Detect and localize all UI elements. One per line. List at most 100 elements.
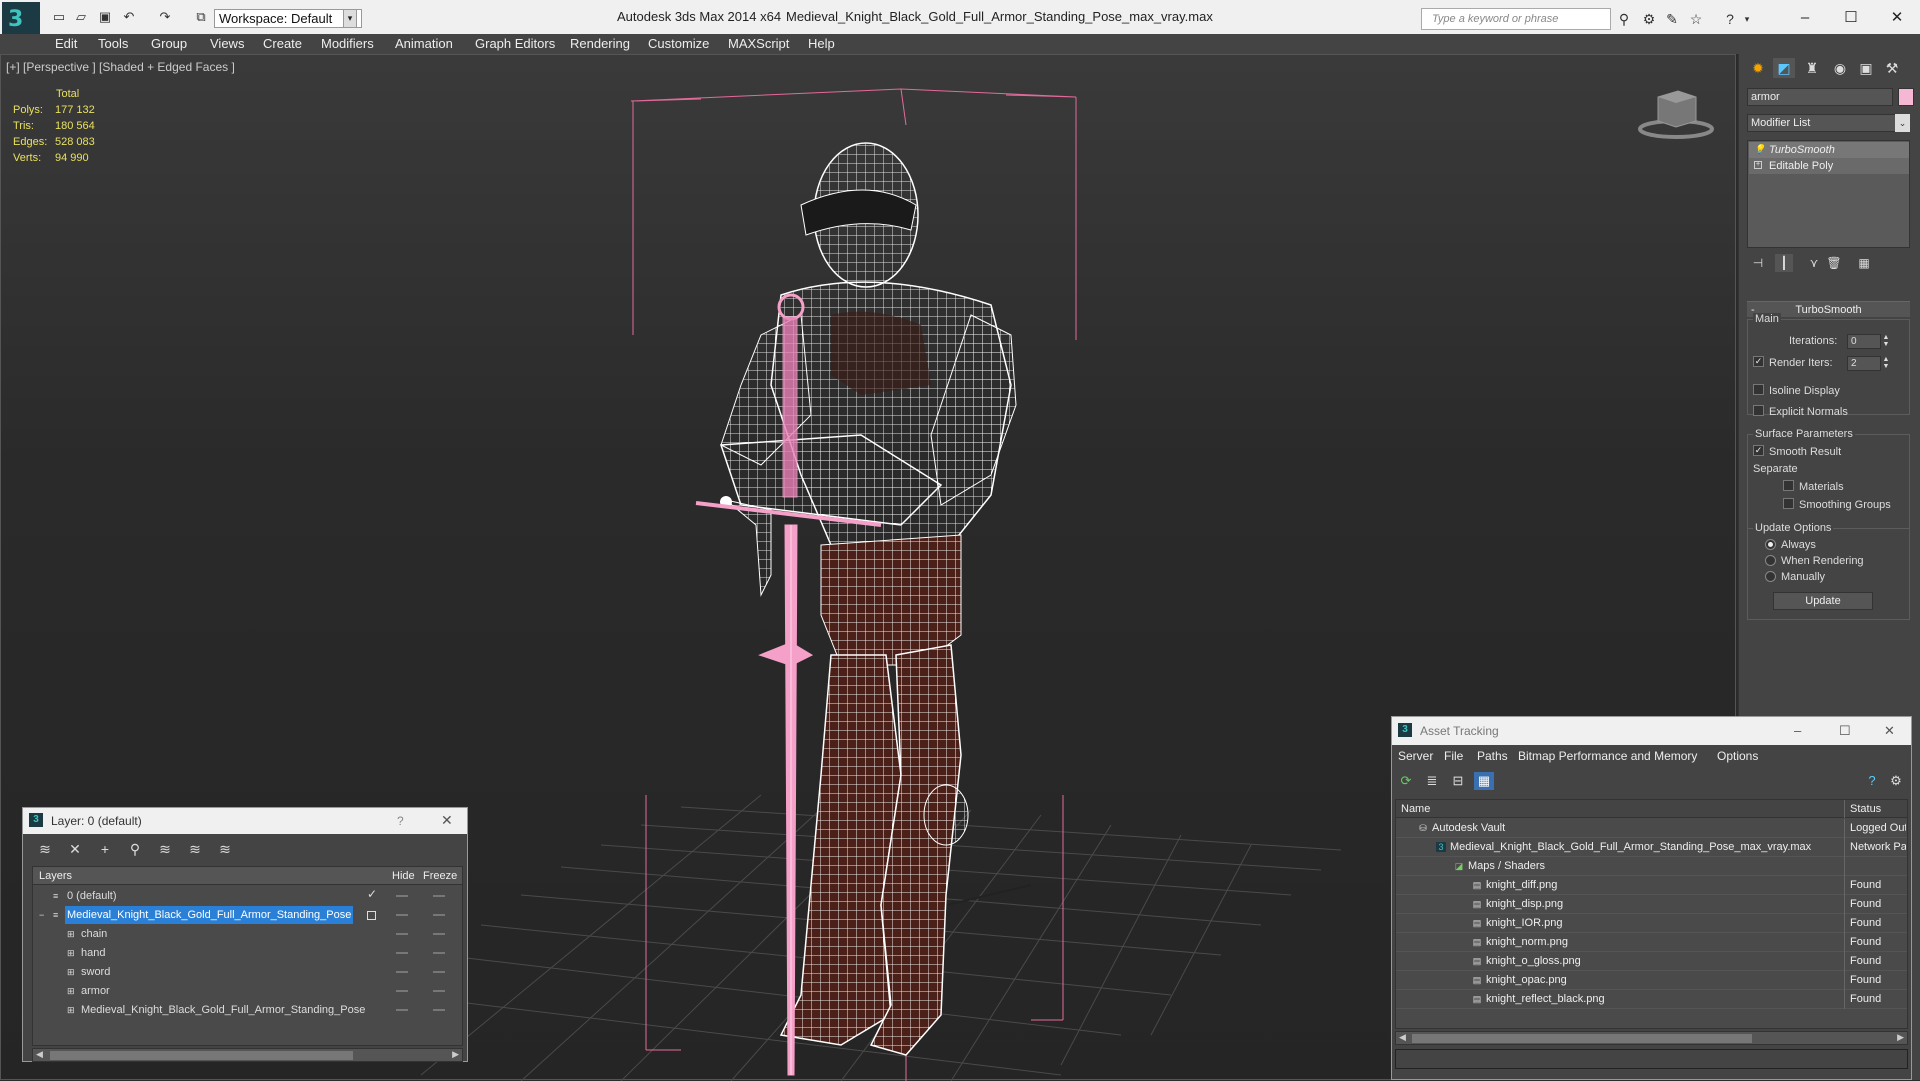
layer-row[interactable]: ≡ 0 (default) ✓ [33, 887, 462, 906]
refresh-icon[interactable]: ⟳ [1396, 772, 1416, 790]
hide-toggle[interactable] [396, 990, 408, 992]
column-header-freeze[interactable]: Freeze [423, 870, 457, 882]
when-rendering-radio[interactable] [1765, 555, 1776, 566]
save-file-icon[interactable]: ▣ [96, 9, 114, 25]
menu-create[interactable]: Create [263, 36, 302, 51]
horizontal-scrollbar[interactable]: ◀ ▶ [1395, 1031, 1908, 1045]
menu-customize[interactable]: Customize [648, 36, 709, 51]
menu-rendering[interactable]: Rendering [570, 36, 630, 51]
knight-model[interactable] [719, 142, 1017, 1056]
current-layer-check-icon[interactable]: ✓ [367, 888, 377, 900]
hide-all-icon[interactable]: ≋ [185, 840, 205, 858]
asset-row[interactable]: ▤ knight_disp.png Found [1396, 895, 1907, 914]
menu-tools[interactable]: Tools [98, 36, 128, 51]
spinner-arrows-icon[interactable]: ▲ ▼ [1882, 334, 1890, 349]
help-dropdown-icon[interactable]: ▾ [1738, 10, 1756, 28]
workspace-dropdown[interactable]: Workspace: Default ▾ [214, 9, 362, 28]
scrollbar-thumb[interactable] [50, 1051, 353, 1060]
display-tab-icon[interactable]: ▣ [1855, 58, 1877, 78]
layer-row[interactable]: − ≡ Medieval_Knight_Black_Gold_Full_Armo… [33, 906, 462, 925]
workspace-extra-dropdown[interactable]: ▾ [343, 9, 357, 28]
object-name-field[interactable]: armor [1747, 88, 1893, 106]
lightbulb-icon[interactable]: 💡 [1754, 145, 1765, 154]
menu-options[interactable]: Options [1717, 749, 1758, 763]
maximize-icon[interactable]: ☐ [1839, 723, 1851, 739]
help-icon[interactable]: ? [1721, 10, 1739, 28]
remove-modifier-icon[interactable]: 🗑 [1825, 254, 1843, 272]
project-folder-icon[interactable]: ⧉ [192, 9, 210, 25]
menu-edit[interactable]: Edit [55, 36, 77, 51]
create-tab-icon[interactable]: ✹ [1747, 58, 1769, 78]
menu-bitmap-performance[interactable]: Bitmap Performance and Memory [1518, 749, 1697, 763]
list-view-icon[interactable]: ≣ [1422, 772, 1442, 790]
freeze-toggle[interactable] [433, 914, 445, 916]
asset-row[interactable]: ▤ knight_IOR.png Found [1396, 914, 1907, 933]
render-iters-checkbox[interactable]: ✓ [1753, 356, 1764, 367]
menu-help[interactable]: Help [808, 36, 835, 51]
column-header-hide[interactable]: Hide [392, 870, 415, 882]
column-header-status[interactable]: Status [1850, 803, 1881, 815]
layer-row[interactable]: ⊞ sword [33, 963, 462, 982]
layer-row[interactable]: ⊞ hand [33, 944, 462, 963]
close-icon[interactable]: ✕ [1884, 723, 1895, 739]
freeze-toggle[interactable] [433, 895, 445, 897]
highlight-layer-icon[interactable]: ≋ [155, 840, 175, 858]
column-header-name[interactable]: Name [1401, 803, 1430, 815]
menu-animation[interactable]: Animation [395, 36, 453, 51]
settings-icon[interactable]: ⚙ [1886, 772, 1906, 790]
new-file-icon[interactable]: ▭ [50, 9, 68, 25]
asset-window-titlebar[interactable]: 3 Asset Tracking – ☐ ✕ [1392, 717, 1911, 745]
redo-icon[interactable]: ↷ [156, 9, 174, 25]
search-input[interactable]: Type a keyword or phrase [1421, 8, 1611, 30]
freeze-toggle[interactable] [433, 952, 445, 954]
modifier-list-dropdown[interactable]: Modifier List ⌄ [1747, 114, 1910, 132]
tree-view-icon[interactable]: ⊟ [1448, 772, 1468, 790]
column-header-layers[interactable]: Layers [39, 870, 72, 882]
utilities-tab-icon[interactable]: ⚒ [1881, 58, 1903, 78]
hide-toggle[interactable] [396, 895, 408, 897]
smoothing-groups-checkbox[interactable] [1783, 498, 1794, 509]
always-radio[interactable] [1765, 539, 1776, 550]
show-end-result-icon[interactable]: ┃ [1775, 254, 1793, 272]
smooth-result-checkbox[interactable]: ✓ [1753, 445, 1764, 456]
app-logo-icon[interactable]: 3 [2, 2, 40, 38]
freeze-toggle[interactable] [433, 971, 445, 973]
add-to-layer-icon[interactable]: + [95, 840, 115, 858]
subscription-icon[interactable]: ⚙ [1640, 10, 1658, 28]
freeze-all-icon[interactable]: ≋ [215, 840, 235, 858]
delete-layer-icon[interactable]: ✕ [65, 840, 85, 858]
asset-row[interactable]: ◪ Maps / Shaders [1396, 857, 1907, 876]
asset-row[interactable]: 3 Medieval_Knight_Black_Gold_Full_Armor_… [1396, 838, 1907, 857]
stack-item-turbosmooth[interactable]: 💡 TurboSmooth [1749, 142, 1909, 158]
manually-radio[interactable] [1765, 571, 1776, 582]
scroll-right-icon[interactable]: ▶ [1897, 1032, 1904, 1043]
asset-row[interactable]: ▤ knight_o_gloss.png Found [1396, 952, 1907, 971]
maximize-button[interactable]: ☐ [1836, 6, 1866, 30]
undo-icon[interactable]: ↶ [120, 9, 138, 25]
favorites-star-icon[interactable]: ☆ [1687, 10, 1705, 28]
freeze-toggle[interactable] [433, 1009, 445, 1011]
menu-server[interactable]: Server [1398, 749, 1433, 763]
explicit-normals-checkbox[interactable] [1753, 405, 1764, 416]
hide-toggle[interactable] [396, 1009, 408, 1011]
scrollbar-thumb[interactable] [1412, 1034, 1752, 1043]
close-button[interactable]: ✕ [1882, 6, 1912, 30]
motion-tab-icon[interactable]: ◉ [1829, 58, 1851, 78]
object-color-swatch[interactable] [1898, 88, 1914, 106]
select-objects-icon[interactable]: ⚲ [125, 840, 145, 858]
menu-file[interactable]: File [1444, 749, 1463, 763]
minimize-button[interactable]: – [1790, 6, 1820, 30]
menu-graph-editors[interactable]: Graph Editors [475, 36, 555, 51]
make-unique-icon[interactable]: ⋎ [1805, 254, 1823, 272]
layer-row[interactable]: ⊞ Medieval_Knight_Black_Gold_Full_Armor_… [33, 1001, 462, 1020]
menu-views[interactable]: Views [210, 36, 244, 51]
menu-maxscript[interactable]: MAXScript [728, 36, 789, 51]
asset-row[interactable]: ⛁ Autodesk Vault Logged Out [1396, 819, 1907, 838]
update-button[interactable]: Update [1773, 592, 1873, 610]
table-view-icon[interactable]: ▦ [1474, 772, 1494, 790]
help-icon[interactable]: ? [1862, 772, 1882, 790]
menu-group[interactable]: Group [151, 36, 187, 51]
scroll-left-icon[interactable]: ◀ [1399, 1032, 1406, 1043]
minimize-icon[interactable]: – [1794, 723, 1801, 738]
menu-paths[interactable]: Paths [1477, 749, 1508, 763]
